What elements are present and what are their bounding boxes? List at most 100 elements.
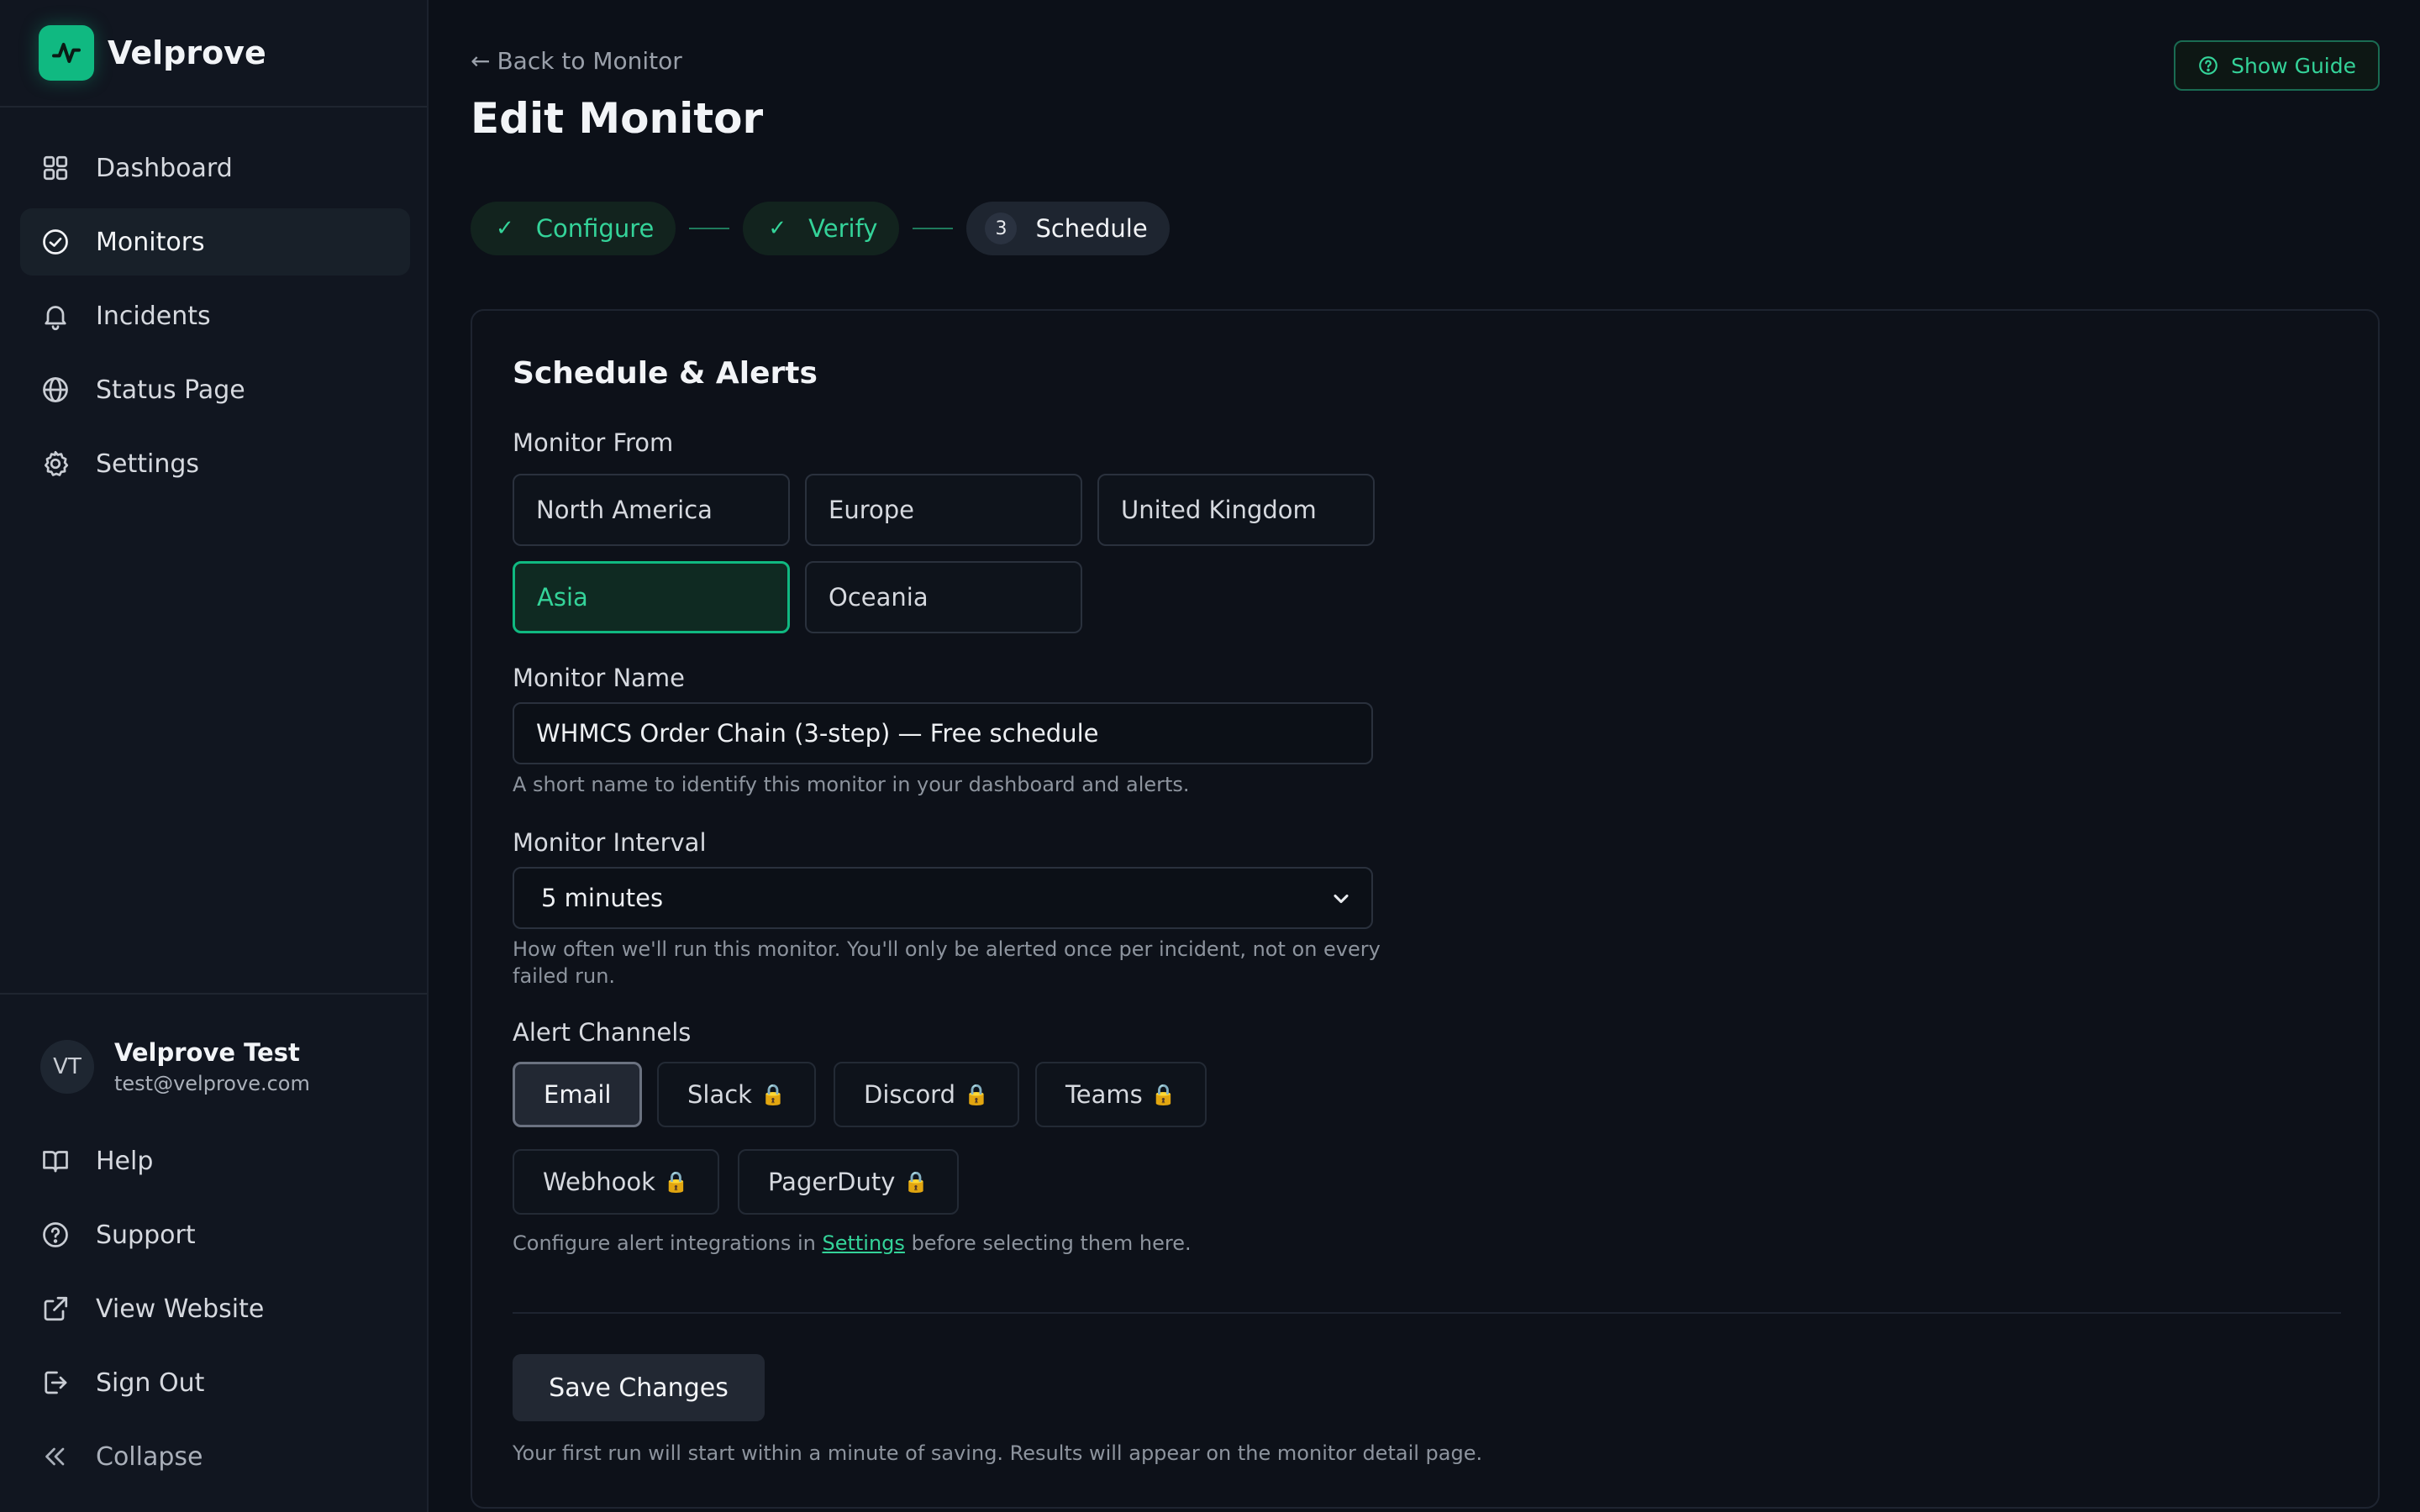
section-title: Schedule & Alerts: [513, 356, 818, 391]
globe-icon: [43, 377, 68, 402]
grid-icon: [43, 155, 68, 181]
step-configure[interactable]: ✓ Configure: [471, 202, 676, 255]
book-icon: [43, 1151, 68, 1173]
user-text: Velprove Test test@velprove.com: [114, 1038, 310, 1095]
lock-icon: 🔒: [903, 1170, 929, 1194]
brand-name: Velprove: [108, 34, 266, 71]
region-option-north-america[interactable]: North America: [513, 474, 790, 546]
question-circle-icon: [43, 1222, 68, 1247]
channel-slack[interactable]: Slack 🔒: [657, 1062, 816, 1127]
sidebar-item-label: Status Page: [96, 375, 245, 405]
alert-channels-hint: Configure alert integrations in Settings…: [513, 1230, 1192, 1257]
region-option-asia[interactable]: Asia: [513, 561, 790, 633]
main-content: ← Back to Monitor Edit Monitor Show Guid…: [471, 0, 2380, 1512]
settings-link[interactable]: Settings: [822, 1231, 904, 1255]
monitor-name-input[interactable]: WHMCS Order Chain (3-step) — Free schedu…: [513, 702, 1373, 764]
channel-label: Teams: [1065, 1080, 1143, 1109]
channel-teams[interactable]: Teams 🔒: [1035, 1062, 1207, 1127]
sidebar-item-label: Collapse: [96, 1441, 203, 1472]
sidebar-item-status-page[interactable]: Status Page: [20, 356, 410, 423]
sidebar-item-view-website[interactable]: View Website: [20, 1275, 410, 1342]
step-schedule[interactable]: 3 Schedule: [966, 202, 1170, 255]
channel-label: Discord: [864, 1080, 956, 1109]
alert-channels-label: Alert Channels: [513, 1018, 692, 1047]
sidebar-item-label: Settings: [96, 449, 200, 479]
monitor-interval-label: Monitor Interval: [513, 828, 707, 857]
lock-icon: 🔒: [1150, 1083, 1176, 1106]
chevron-down-icon: [1334, 894, 1349, 904]
save-hint: Your first run will start within a minut…: [513, 1441, 1483, 1465]
show-guide-label: Show Guide: [2231, 53, 2356, 78]
channel-label: Webhook: [543, 1168, 655, 1196]
sidebar-item-label: Incidents: [96, 301, 211, 331]
step-label: Configure: [535, 214, 655, 243]
arrow-left-icon: ←: [471, 47, 491, 75]
step-label: Schedule: [1035, 214, 1148, 243]
channel-label: PagerDuty: [768, 1168, 896, 1196]
external-link-icon: [44, 1296, 68, 1321]
brand-header[interactable]: Velprove: [0, 0, 427, 108]
question-circle-icon: [2199, 56, 2218, 75]
hint-line: failed run.: [513, 964, 616, 988]
sidebar-item-label: Sign Out: [96, 1368, 205, 1398]
check-icon: ✓: [768, 216, 787, 241]
sidebar-item-label: Help: [96, 1146, 154, 1176]
page-title: Edit Monitor: [471, 94, 764, 143]
schedule-alerts-card: Schedule & Alerts Monitor From North Ame…: [471, 309, 2380, 1509]
channel-webhook[interactable]: Webhook 🔒: [513, 1149, 719, 1215]
monitor-interval-select[interactable]: 5 minutes: [513, 867, 1373, 929]
sidebar-item-dashboard[interactable]: Dashboard: [20, 134, 410, 202]
step-connector: [689, 228, 730, 229]
monitor-name-hint: A short name to identify this monitor in…: [513, 773, 1190, 796]
interval-value: 5 minutes: [541, 884, 664, 912]
bell-icon: [45, 306, 66, 331]
channel-pagerduty[interactable]: PagerDuty 🔒: [738, 1149, 960, 1215]
sidebar-item-label: Support: [96, 1220, 196, 1250]
sidebar-item-sign-out[interactable]: Sign Out: [20, 1349, 410, 1416]
lock-icon: 🔒: [964, 1083, 989, 1106]
sidebar-item-incidents[interactable]: Incidents: [20, 282, 410, 349]
sign-out-icon: [45, 1371, 67, 1394]
channel-label: Slack: [687, 1080, 752, 1109]
sidebar-item-label: Dashboard: [96, 153, 233, 183]
sidebar-item-monitors[interactable]: Monitors: [20, 208, 410, 276]
step-label: Verify: [808, 214, 878, 243]
app-root: Velprove Dashboard Monitors Incidents St…: [0, 0, 2420, 1512]
stepper: ✓ Configure ✓ Verify 3 Schedule: [471, 202, 1170, 255]
sidebar-item-help[interactable]: Help: [20, 1127, 410, 1194]
sidebar: Velprove Dashboard Monitors Incidents St…: [0, 0, 429, 1512]
check-icon: ✓: [496, 216, 514, 241]
channel-label: Email: [544, 1080, 612, 1109]
hint-suffix: before selecting them here.: [911, 1231, 1192, 1255]
divider: [513, 1312, 2341, 1314]
chevrons-left-icon: [45, 1447, 65, 1466]
sidebar-item-label: Monitors: [96, 227, 205, 257]
region-option-europe[interactable]: Europe: [805, 474, 1082, 546]
user-name: Velprove Test: [114, 1038, 300, 1067]
channel-discord[interactable]: Discord 🔒: [834, 1062, 1019, 1127]
region-option-united-kingdom[interactable]: United Kingdom: [1097, 474, 1375, 546]
gear-icon: [44, 450, 69, 476]
sidebar-footer: VT Velprove Test test@velprove.com Help …: [0, 993, 427, 1512]
pulse-logo-icon: [39, 25, 94, 81]
show-guide-button[interactable]: Show Guide: [2174, 40, 2380, 91]
channel-email[interactable]: Email: [513, 1062, 643, 1127]
sidebar-item-support[interactable]: Support: [20, 1201, 410, 1268]
step-verify[interactable]: ✓ Verify: [743, 202, 900, 255]
step-connector: [913, 228, 954, 229]
user-email: test@velprove.com: [114, 1072, 310, 1095]
sidebar-item-settings[interactable]: Settings: [20, 430, 410, 497]
monitor-from-label: Monitor From: [513, 428, 674, 457]
monitor-name-label: Monitor Name: [513, 664, 686, 692]
back-to-monitor-link[interactable]: ← Back to Monitor: [471, 47, 682, 75]
region-option-oceania[interactable]: Oceania: [805, 561, 1082, 633]
user-profile[interactable]: VT Velprove Test test@velprove.com: [40, 1038, 310, 1095]
avatar: VT: [40, 1040, 94, 1094]
back-link-label: Back to Monitor: [497, 47, 682, 75]
sidebar-collapse-button[interactable]: Collapse: [20, 1423, 410, 1490]
hint-line: How often we'll run this monitor. You'll…: [513, 937, 1381, 961]
sidebar-item-label: View Website: [96, 1294, 265, 1324]
step-number: 3: [985, 213, 1018, 244]
main-nav: Dashboard Monitors Incidents Status Page…: [20, 134, 410, 504]
save-changes-button[interactable]: Save Changes: [513, 1354, 765, 1421]
